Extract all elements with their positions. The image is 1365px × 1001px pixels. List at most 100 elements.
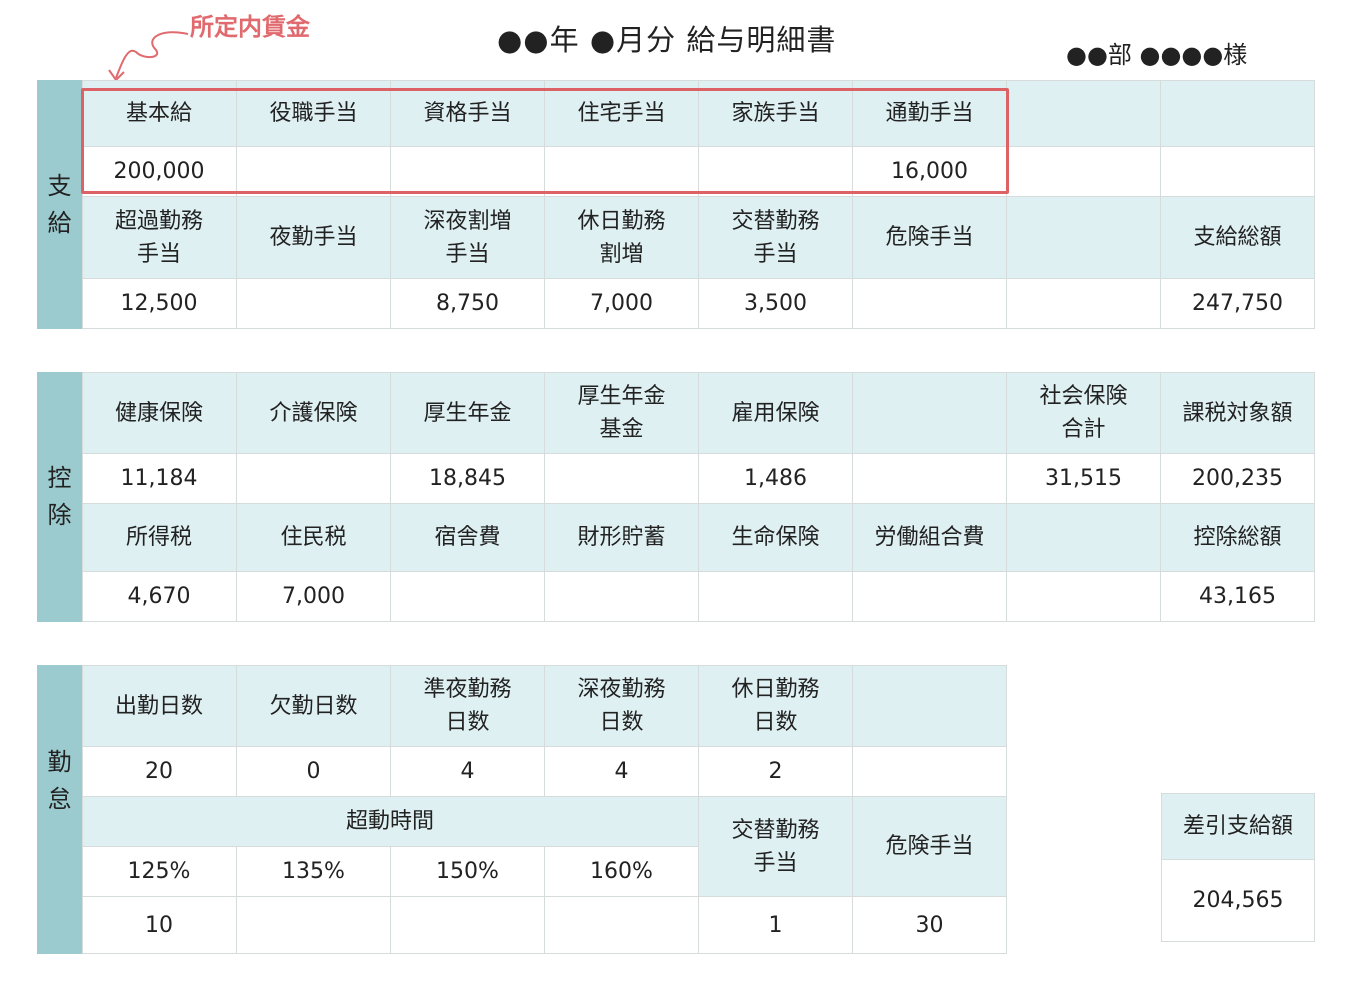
deduction-header-cell: 介護保険	[237, 372, 391, 454]
deduction-value-cell	[1007, 572, 1161, 622]
payment-value-cell	[853, 279, 1007, 329]
overtime-rate-cell: 160%	[545, 847, 699, 897]
annotation-arrow-icon	[108, 31, 189, 82]
deduction-header-cell: 所得税	[82, 504, 237, 572]
payment-header-cell	[1161, 80, 1315, 147]
grid-left-border	[82, 372, 83, 622]
grid-left-border	[82, 665, 83, 954]
hazard-allowance-header: 危険手当	[853, 797, 1007, 897]
payment-header-cell: 夜勤手当	[237, 197, 391, 279]
deduction-value-cell: 1,486	[699, 454, 853, 504]
deduction-section-label: 控 除	[37, 372, 82, 622]
payment-header-cell: 家族手当	[699, 80, 853, 147]
payment-value-cell	[237, 279, 391, 329]
attendance-value-cell: 4	[545, 747, 699, 797]
attendance-value-cell	[545, 897, 699, 954]
deduction-header-cell: 厚生年金 基金	[545, 372, 699, 454]
attendance-value-cell	[237, 897, 391, 954]
attendance-value-cell: 30	[853, 897, 1007, 954]
overtime-hours-header: 超動時間	[82, 797, 699, 847]
deduction-header-cell: 財形貯蓄	[545, 504, 699, 572]
attendance-header-cell: 深夜勤務 日数	[545, 665, 699, 747]
net-pay-value: 204,565	[1161, 860, 1315, 942]
deduction-value-cell	[853, 454, 1007, 504]
payment-value-cell	[545, 147, 699, 197]
payment-value-cell: 247,750	[1161, 279, 1315, 329]
payment-value-cell: 16,000	[853, 147, 1007, 197]
overtime-rate-cell: 135%	[237, 847, 391, 897]
attendance-value-cell: 20	[82, 747, 237, 797]
deduction-value-cell	[391, 572, 545, 622]
payment-header-cell: 役職手当	[237, 80, 391, 147]
payment-header-cell: 支給総額	[1161, 197, 1315, 279]
payment-header-cell: 基本給	[82, 80, 237, 147]
payment-value-cell	[699, 147, 853, 197]
attendance-header-cell: 出勤日数	[82, 665, 237, 747]
payment-value-cell	[1161, 147, 1315, 197]
payment-value-cell: 8,750	[391, 279, 545, 329]
payment-value-cell: 3,500	[699, 279, 853, 329]
deduction-value-cell	[545, 572, 699, 622]
payment-value-cell: 200,000	[82, 147, 237, 197]
payment-header-cell	[1007, 80, 1161, 147]
payment-header-cell: 通勤手当	[853, 80, 1007, 147]
deduction-header-cell: 生命保険	[699, 504, 853, 572]
attendance-value-cell: 0	[237, 747, 391, 797]
payment-value-cell: 12,500	[82, 279, 237, 329]
payment-section-label: 支 給	[37, 80, 82, 329]
attendance-section-label: 勤 怠	[37, 665, 82, 897]
attendance-value-cell: 2	[699, 747, 853, 797]
attendance-value-cell	[391, 897, 545, 954]
deduction-header-cell: 健康保険	[82, 372, 237, 454]
payment-value-cell	[1007, 147, 1161, 197]
annotation-label: 所定内賃金	[190, 13, 310, 41]
deduction-header-cell: 労働組合費	[853, 504, 1007, 572]
payment-header-cell: 深夜割増 手当	[391, 197, 545, 279]
payment-value-cell	[391, 147, 545, 197]
payment-header-cell	[1007, 197, 1161, 279]
deduction-value-cell	[699, 572, 853, 622]
deduction-header-cell: 課税対象額	[1161, 372, 1315, 454]
deduction-value-cell: 18,845	[391, 454, 545, 504]
deduction-header-cell: 控除総額	[1161, 504, 1315, 572]
attendance-header-cell: 欠勤日数	[237, 665, 391, 747]
deduction-value-cell: 31,515	[1007, 454, 1161, 504]
deduction-header-cell	[1007, 504, 1161, 572]
attendance-header-cell: 休日勤務 日数	[699, 665, 853, 747]
payment-value-cell	[1007, 279, 1161, 329]
deduction-value-cell: 4,670	[82, 572, 237, 622]
page-title: ●●年 ●月分 給与明細書	[497, 23, 837, 57]
payment-header-cell: 住宅手当	[545, 80, 699, 147]
deduction-header-cell: 雇用保険	[699, 372, 853, 454]
payment-header-cell: 交替勤務 手当	[699, 197, 853, 279]
payment-header-cell: 危険手当	[853, 197, 1007, 279]
recipient-name: ●●部 ●●●●様	[1066, 41, 1248, 69]
deduction-value-cell	[237, 454, 391, 504]
overtime-rate-cell: 125%	[82, 847, 237, 897]
shift-allowance-header: 交替勤務 手当	[699, 797, 853, 897]
payment-value-cell	[237, 147, 391, 197]
deduction-value-cell	[545, 454, 699, 504]
deduction-header-cell: 社会保険 合計	[1007, 372, 1161, 454]
grid-left-border	[82, 80, 83, 329]
attendance-value-cell: 4	[391, 747, 545, 797]
deduction-value-cell: 200,235	[1161, 454, 1315, 504]
deduction-value-cell: 7,000	[237, 572, 391, 622]
deduction-header-cell: 宿舎費	[391, 504, 545, 572]
deduction-header-cell: 住民税	[237, 504, 391, 572]
net-pay-label: 差引支給額	[1161, 793, 1315, 860]
payment-header-cell: 超過勤務 手当	[82, 197, 237, 279]
payment-header-cell: 休日勤務 割増	[545, 197, 699, 279]
attendance-header-cell: 準夜勤務 日数	[391, 665, 545, 747]
attendance-header-cell	[853, 665, 1007, 747]
deduction-header-cell	[853, 372, 1007, 454]
deduction-value-cell	[853, 572, 1007, 622]
deduction-value-cell: 43,165	[1161, 572, 1315, 622]
payment-value-cell: 7,000	[545, 279, 699, 329]
attendance-value-cell: 10	[82, 897, 237, 954]
attendance-section-label-tail	[37, 897, 82, 954]
overtime-rate-cell: 150%	[391, 847, 545, 897]
attendance-value-cell: 1	[699, 897, 853, 954]
payment-header-cell: 資格手当	[391, 80, 545, 147]
deduction-value-cell: 11,184	[82, 454, 237, 504]
